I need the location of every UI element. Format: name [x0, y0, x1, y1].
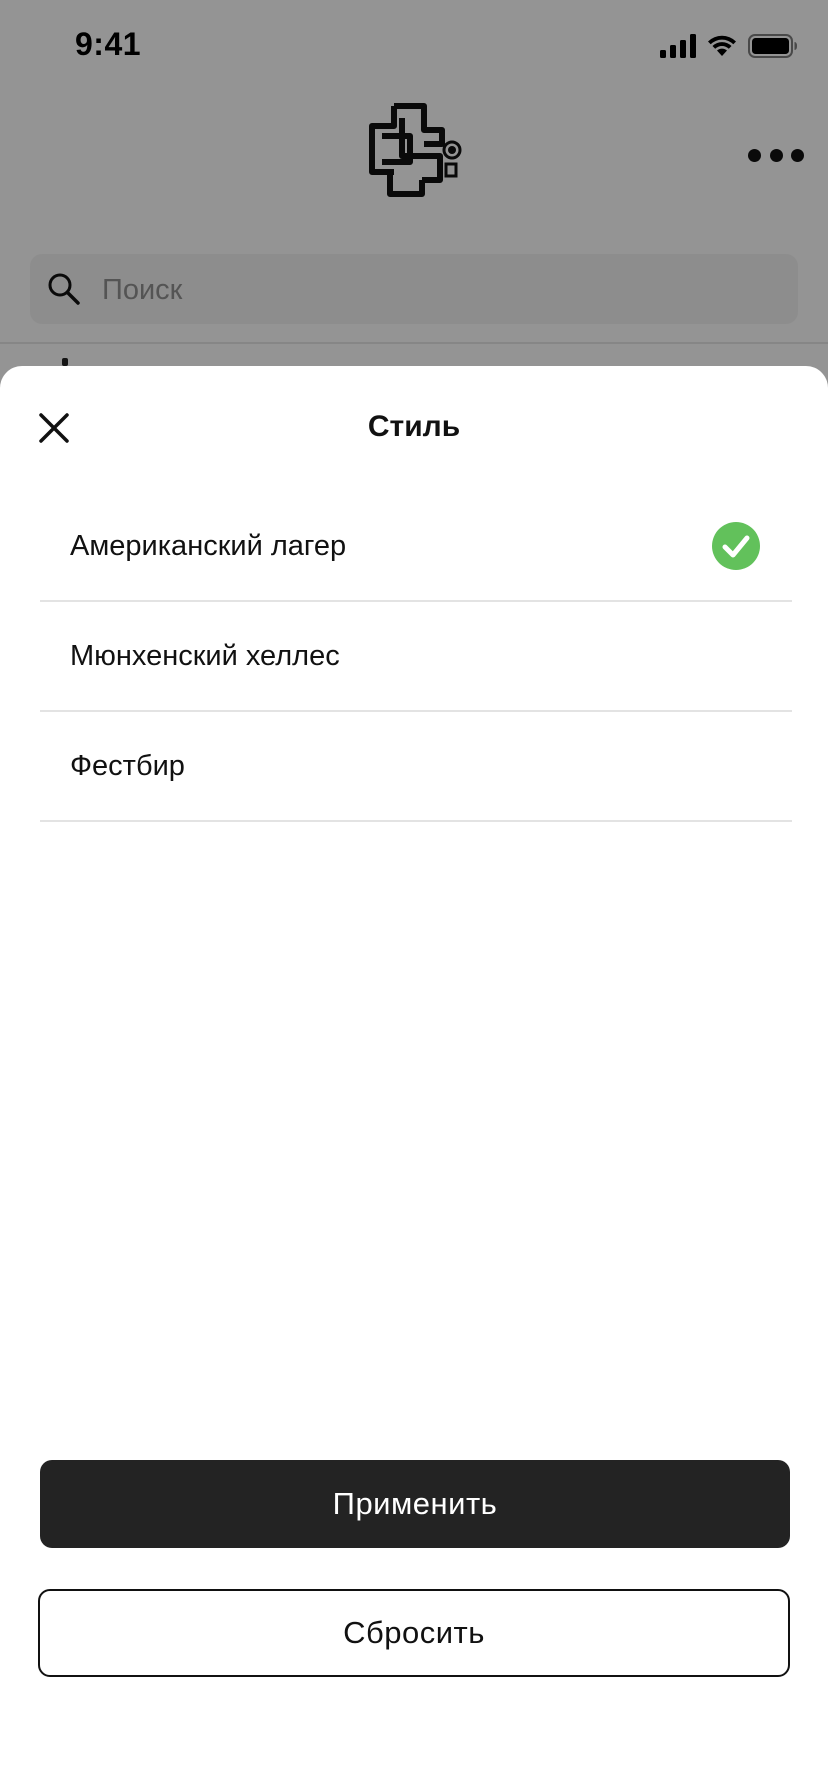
apply-button[interactable]: Применить [40, 1460, 790, 1548]
style-filter-sheet: Стиль Американский лагер Мюнхенский хелл… [0, 366, 828, 1792]
option-label: Фестбир [70, 750, 185, 782]
sheet-title: Стиль [367, 410, 461, 443]
screen: 9:41 Поиск Стиль Американский лагер Мюнх… [0, 0, 828, 1792]
reset-button[interactable]: Сбросить [38, 1589, 790, 1677]
style-option-festbier[interactable]: Фестбир [40, 712, 792, 822]
style-option-munich-helles[interactable]: Мюнхенский хеллес [40, 602, 792, 712]
option-label: Американский лагер [70, 530, 347, 562]
option-label: Мюнхенский хеллес [70, 640, 340, 672]
style-option-american-lager[interactable]: Американский лагер [40, 492, 792, 602]
style-options-list: Американский лагер Мюнхенский хеллес Фес… [40, 492, 792, 822]
check-circle-icon [712, 522, 760, 570]
